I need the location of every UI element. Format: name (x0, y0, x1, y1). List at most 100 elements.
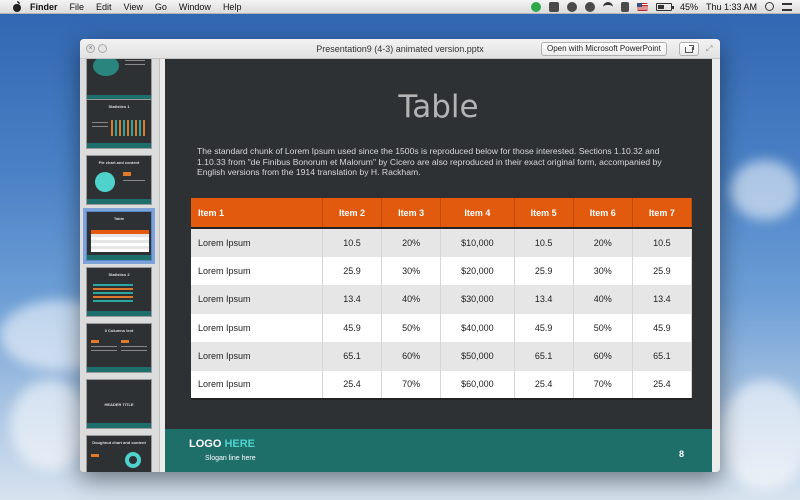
page-number: 8 (678, 449, 684, 459)
table-cell: 45.9 (632, 313, 693, 342)
slide-thumbnail[interactable] (86, 59, 152, 101)
thumb-text-line (92, 126, 108, 127)
share-button[interactable] (679, 42, 699, 56)
table-row: Lorem Ipsum 10.5 20% $10,000 10.5 20% 10… (191, 228, 693, 257)
thumb-title: Table (113, 216, 125, 221)
menu-file[interactable]: File (70, 2, 85, 12)
table-header-cell: Item 1 (191, 198, 323, 229)
slide-thumbnail[interactable]: 3 Columns text (86, 323, 152, 373)
table-cell: $40,000 (440, 313, 515, 342)
table-cell: Lorem Ipsum (191, 228, 323, 257)
slide-thumbnail[interactable]: Pie chart and content (86, 155, 152, 205)
table-row: Lorem Ipsum 13.4 40% $30,000 13.4 40% 13… (191, 285, 693, 314)
table-row: Lorem Ipsum 45.9 50% $40,000 45.9 50% 45… (191, 313, 693, 342)
table-cell: 13.4 (632, 285, 693, 314)
menu-clock[interactable]: Thu 1:33 AM (706, 2, 757, 12)
thumb-text-line (92, 122, 108, 123)
table-cell: 60% (381, 342, 442, 371)
notification-icon[interactable] (548, 1, 559, 12)
thumb-title: HEADER TITLE (104, 402, 134, 407)
notification-center-icon[interactable] (782, 2, 792, 11)
thumb-title: Statistics 2 (108, 272, 130, 277)
share-arrow-icon (689, 45, 694, 50)
slide-thumbnail[interactable]: Statistics 2 (86, 267, 152, 317)
menu-edit[interactable]: Edit (96, 2, 112, 12)
spotlight-search-icon[interactable] (765, 2, 774, 11)
thumb-col-num (121, 340, 129, 343)
thumb-text-line (121, 346, 147, 347)
table-cell: 25.4 (514, 370, 574, 400)
thumb-footer (87, 255, 151, 260)
table-cell: $30,000 (440, 285, 515, 314)
thumb-pie (95, 172, 115, 192)
menu-window[interactable]: Window (179, 2, 211, 12)
table-cell: 20% (381, 228, 442, 257)
thumb-number (123, 172, 131, 176)
slide-thumbnail[interactable]: HEADER TITLE (86, 379, 152, 429)
menu-view[interactable]: View (124, 2, 143, 12)
table-cell: 65.1 (322, 342, 383, 371)
menu-app-name[interactable]: Finder (30, 2, 58, 12)
menu-help[interactable]: Help (223, 2, 242, 12)
table-cell: 30% (573, 256, 633, 285)
table-cell: 10.5 (514, 228, 574, 257)
battery-icon[interactable] (655, 2, 674, 11)
time-machine-icon[interactable] (566, 1, 577, 12)
table-cell: Lorem Ipsum (191, 285, 323, 314)
slide-title: Table (398, 89, 479, 125)
table-header-cell: Item 7 (632, 198, 693, 229)
slide-thumbnail[interactable]: Statistics 1 (86, 99, 152, 149)
table-header-cell: Item 5 (514, 198, 574, 229)
window-titlebar: × Presentation9 (4-3) animated version.p… (80, 39, 720, 59)
table-cell: 25.9 (322, 256, 383, 285)
slide-thumbnail[interactable]: Doughnut chart and content (86, 435, 152, 472)
table-cell: 10.5 (322, 228, 383, 257)
thumb-title: Pie chart and content (98, 160, 140, 165)
table-header-row: Item 1 Item 2 Item 3 Item 4 Item 5 Item … (191, 198, 693, 229)
cloud (720, 380, 800, 490)
table-row: Lorem Ipsum 25.4 70% $60,000 25.4 70% 25… (191, 370, 693, 400)
apple-menu-icon[interactable] (12, 0, 22, 12)
thumb-col-num (91, 454, 99, 457)
slide-thumbnail-sidebar[interactable]: Statistics 1 Pie chart and content Table… (80, 59, 160, 472)
table-cell: $60,000 (440, 370, 515, 400)
thumb-footer (87, 311, 151, 316)
table-cell: 30% (381, 256, 442, 285)
table-cell: Lorem Ipsum (191, 342, 323, 371)
thumb-text-line (91, 350, 117, 351)
slide-body-text: The standard chunk of Lorem Ipsum used s… (197, 146, 662, 177)
bluetooth-icon[interactable] (584, 1, 595, 12)
logo: LOGO HERE (189, 438, 255, 450)
data-table: Item 1 Item 2 Item 3 Item 4 Item 5 Item … (191, 198, 693, 400)
evernote-icon[interactable] (530, 1, 541, 12)
thumb-graphic (93, 59, 119, 76)
menu-go[interactable]: Go (155, 2, 167, 12)
table-cell: 25.9 (632, 256, 693, 285)
cloud (730, 160, 800, 220)
table-cell: 70% (381, 370, 442, 400)
table-cell: $50,000 (440, 342, 515, 371)
table-cell: 65.1 (632, 342, 693, 371)
slide-footer: LOGO HERE Slogan line here 8 (165, 429, 712, 472)
table-header-cell: Item 6 (573, 198, 633, 229)
thumb-table-body (91, 234, 149, 252)
cloud (10, 380, 90, 470)
thumb-footer (87, 423, 151, 428)
thumb-doughnut (125, 452, 141, 468)
volume-icon[interactable] (620, 1, 629, 12)
table-cell: 10.5 (632, 228, 693, 257)
table-cell: 45.9 (514, 313, 574, 342)
open-with-powerpoint-button[interactable]: Open with Microsoft PowerPoint (541, 42, 667, 56)
expand-icon[interactable]: ⤢ (706, 45, 714, 53)
thumb-col-num (91, 340, 99, 343)
thumb-text-line (91, 346, 117, 347)
table-header-cell: Item 3 (381, 198, 442, 229)
input-source-flag-icon[interactable] (636, 2, 648, 11)
slogan: Slogan line here (205, 455, 256, 462)
table-cell: 50% (381, 313, 442, 342)
table-cell: 60% (573, 342, 633, 371)
wifi-icon[interactable] (602, 1, 613, 12)
slide-thumbnail-selected[interactable]: Table (83, 208, 155, 264)
table-cell: $10,000 (440, 228, 515, 257)
table-cell: 70% (573, 370, 633, 400)
